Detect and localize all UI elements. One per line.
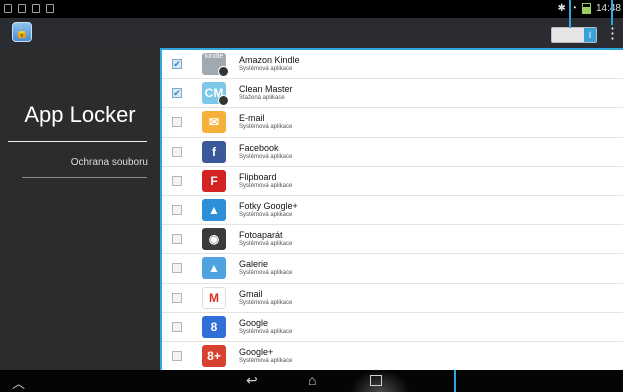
email-icon: ✉ — [202, 111, 226, 134]
list-item[interactable]: 8+ Google+ Systémová aplikace — [162, 342, 623, 370]
list-item[interactable]: ✔ kindle Amazon Kindle Systémová aplikace — [162, 50, 623, 80]
app-type: Systémová aplikace — [239, 299, 293, 306]
app-type: Systémová aplikace — [239, 241, 293, 248]
app-name: E-mail — [239, 113, 265, 124]
divider — [22, 177, 147, 178]
clean-master-icon: CM — [202, 82, 229, 107]
google-icon: 8 — [202, 315, 226, 338]
app-locker-toggle[interactable]: I — [551, 27, 597, 43]
app-type: Systémová aplikace — [239, 182, 293, 189]
list-item[interactable]: ▲ Fotky Google+ Systémová aplikace — [162, 196, 623, 226]
app-checkbox[interactable] — [172, 321, 182, 332]
bluetooth-icon: ✱ — [557, 3, 566, 14]
callout-line — [611, 0, 613, 25]
app-name: Flipboard — [239, 171, 277, 182]
app-checkbox[interactable] — [172, 205, 182, 216]
overflow-menu-icon[interactable]: ⋮ — [605, 25, 620, 43]
page-title: App Locker — [24, 102, 136, 127]
app-checkbox[interactable]: ✔ — [172, 59, 182, 70]
list-item[interactable]: M Gmail Systémová aplikace — [162, 284, 623, 313]
gallery-icon: ▲ — [202, 257, 226, 280]
lock-icon — [218, 95, 229, 107]
toggle-knob: I — [584, 28, 596, 42]
app-checkbox[interactable] — [172, 175, 182, 186]
app-type: Systémová aplikace — [239, 357, 293, 364]
facebook-icon: f — [202, 140, 226, 163]
list-item[interactable]: ▲ Galerie Systémová aplikace — [162, 254, 623, 284]
navigation-bar: ︿ ↩ ⌂ — [0, 370, 623, 392]
flipboard-icon: F — [202, 169, 226, 192]
list-item[interactable]: 8 Google Systémová aplikace — [162, 313, 623, 342]
app-type: Systémová aplikace — [239, 66, 293, 73]
app-locker-icon[interactable]: 🔒 — [12, 22, 32, 42]
callout-line — [569, 0, 571, 28]
wifi-icon: ◔ — [570, 3, 577, 14]
app-checkbox[interactable] — [172, 292, 182, 303]
app-type: Systémová aplikace — [239, 124, 293, 131]
app-name: Amazon Kindle — [239, 55, 300, 66]
list-item[interactable]: F Flipboard Systémová aplikace — [162, 167, 623, 196]
action-bar: 🔒 I ⋮ — [0, 18, 623, 48]
file-protection-item[interactable]: Ochrana souboru — [0, 157, 148, 168]
camera-icon: ◉ — [202, 228, 226, 251]
hide-nav-icon[interactable]: ︿ — [12, 373, 25, 392]
app-checkbox[interactable]: ✔ — [172, 88, 182, 99]
app-name: Facebook — [239, 142, 279, 153]
kindle-icon: kindle — [202, 53, 229, 78]
lock-icon — [218, 66, 229, 78]
recent-apps-icon[interactable] — [370, 375, 382, 386]
app-type: Systémová aplikace — [239, 328, 293, 335]
notification-icon — [32, 4, 40, 13]
app-type: Systémová aplikace — [239, 153, 293, 160]
app-name: Gmail — [239, 288, 263, 299]
app-name: Fotky Google+ — [239, 201, 298, 212]
battery-icon — [581, 3, 591, 14]
notification-icon — [46, 4, 54, 13]
list-item[interactable]: ◉ Fotoaparát Systémová aplikace — [162, 225, 623, 255]
google-photos-icon: ▲ — [202, 199, 226, 222]
app-checkbox[interactable] — [172, 146, 182, 157]
app-checkbox[interactable] — [172, 263, 182, 274]
app-name: Fotoaparát — [239, 230, 283, 241]
app-name: Google — [239, 317, 269, 328]
back-icon[interactable]: ↩ — [246, 372, 258, 389]
status-bar: ✱ ◔ 14:48 — [0, 0, 623, 18]
clock: 14:48 — [595, 3, 621, 14]
app-name: Clean Master — [239, 84, 293, 95]
left-panel: App Locker Ochrana souboru — [0, 48, 160, 370]
notification-icon — [4, 4, 12, 13]
list-item[interactable]: ✉ E-mail Systémová aplikace — [162, 108, 623, 138]
app-checkbox[interactable] — [172, 350, 182, 361]
callout-line — [454, 370, 456, 392]
divider — [8, 141, 147, 142]
home-icon[interactable]: ⌂ — [308, 372, 316, 388]
notification-icon — [18, 4, 26, 13]
app-type: Systémová aplikace — [239, 212, 293, 219]
app-type: Systémová aplikace — [239, 270, 293, 277]
app-checkbox[interactable] — [172, 234, 182, 245]
google-plus-icon: 8+ — [202, 344, 226, 367]
list-item[interactable]: f Facebook Systémová aplikace — [162, 138, 623, 167]
app-checkbox[interactable] — [172, 117, 182, 128]
gmail-icon: M — [202, 286, 226, 309]
app-name: Google+ — [239, 346, 274, 357]
app-type: Stažená aplikace — [239, 95, 285, 102]
list-item[interactable]: ✔ CM Clean Master Stažená aplikace — [162, 79, 623, 109]
app-list[interactable]: ✔ kindle Amazon Kindle Systémová aplikace ✔ C… — [160, 48, 623, 370]
notification-icons — [4, 4, 54, 13]
app-name: Galerie — [239, 259, 269, 270]
